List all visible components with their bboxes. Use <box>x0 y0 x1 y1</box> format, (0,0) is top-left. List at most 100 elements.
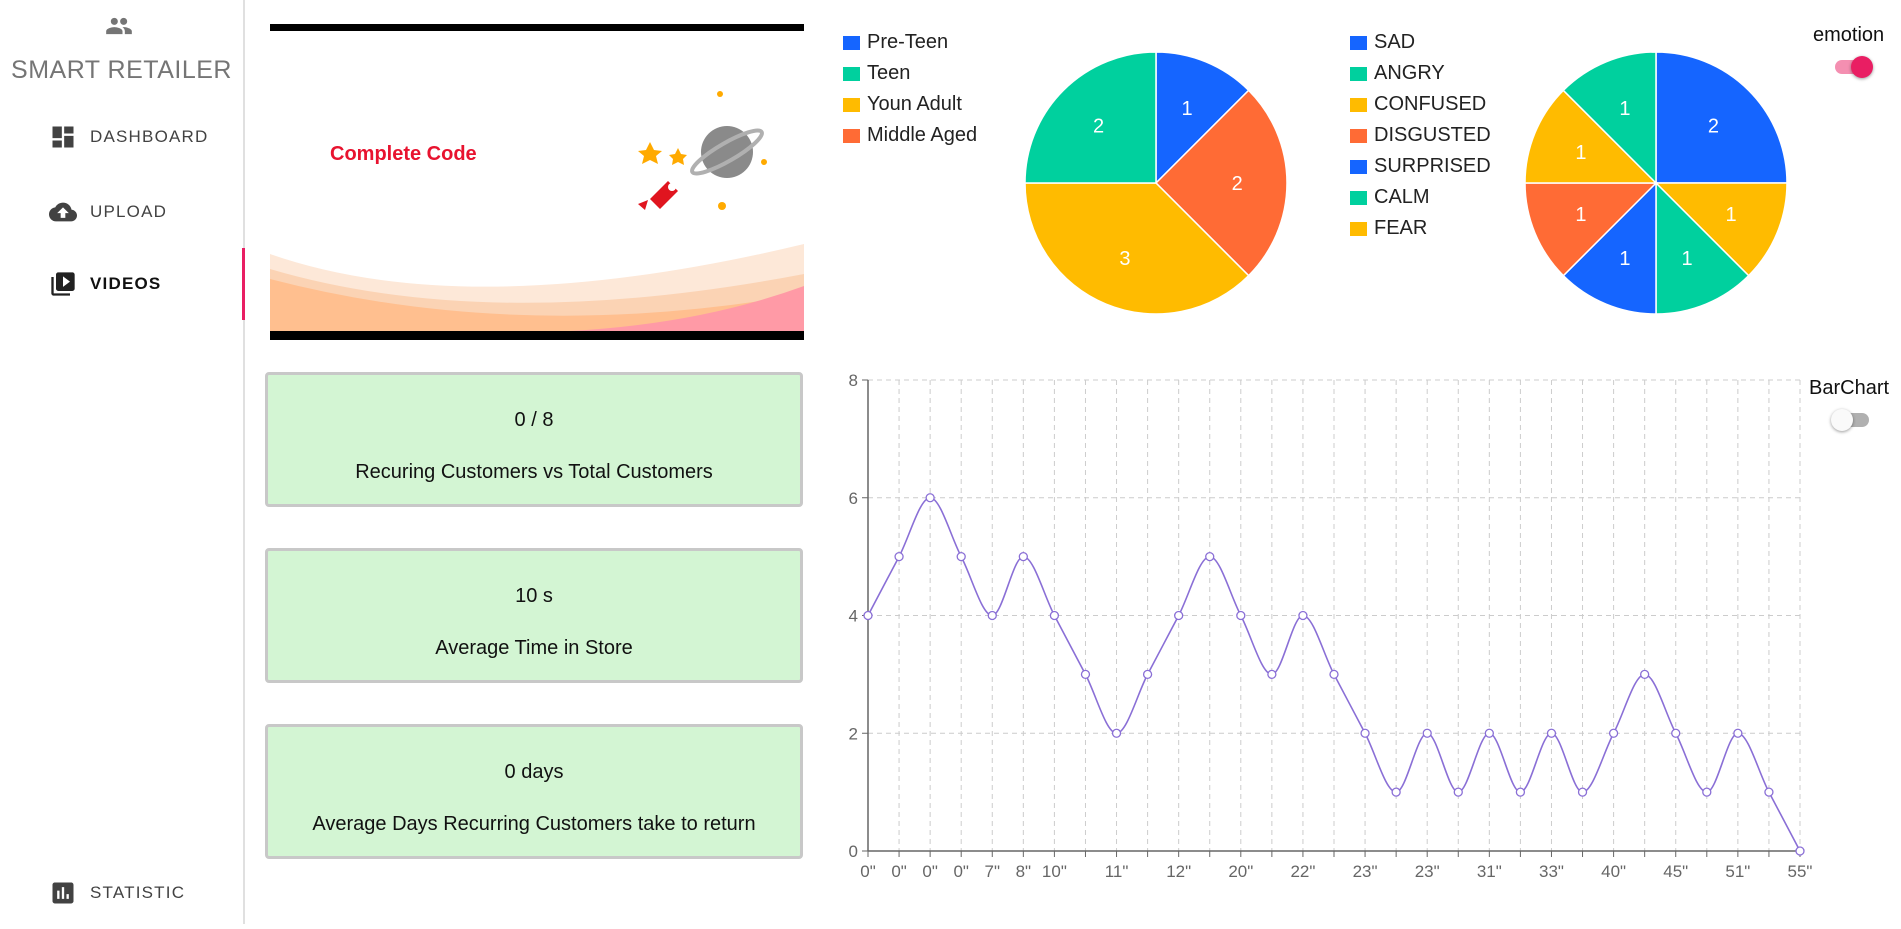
legend-item[interactable]: Youn Adult <box>843 89 977 120</box>
cloud-upload-icon <box>49 202 77 222</box>
data-point[interactable] <box>894 551 904 562</box>
pie-slice-label: 1 <box>1619 248 1630 270</box>
pie-slice-label: 1 <box>1682 248 1693 270</box>
data-point[interactable] <box>956 551 966 562</box>
barchart-toggle-switch[interactable] <box>1831 409 1869 431</box>
x-tick-label: 20" <box>1228 862 1253 881</box>
data-point[interactable] <box>1391 787 1401 797</box>
legend-item[interactable]: CALM <box>1350 182 1491 213</box>
data-point[interactable] <box>987 610 997 621</box>
x-tick-label: 51" <box>1725 862 1750 881</box>
sidebar-item-videos[interactable]: VIDEOS <box>0 248 245 320</box>
data-point[interactable] <box>1453 787 1463 797</box>
data-point[interactable] <box>1484 728 1494 738</box>
legend-label: SURPRISED <box>1374 155 1491 177</box>
legend-swatch <box>1350 66 1367 81</box>
stat-card-avg-time: 10 s Average Time in Store <box>265 548 803 683</box>
data-point[interactable] <box>1049 610 1060 621</box>
stat-value: 0 days <box>504 761 564 783</box>
y-tick-label: 8 <box>849 371 858 390</box>
x-tick-label: 23" <box>1415 862 1440 881</box>
data-point[interactable] <box>1608 728 1619 738</box>
sidebar-item-dashboard[interactable]: DASHBOARD <box>0 101 245 173</box>
stat-label: Recuring Customers vs Total Customers <box>355 461 713 483</box>
barchart-toggle-label: BarChart <box>1809 377 1890 399</box>
data-point[interactable] <box>925 493 935 503</box>
data-point[interactable] <box>1174 610 1184 621</box>
stat-value: 10 s <box>515 585 553 607</box>
legend-item[interactable]: DISGUSTED <box>1350 120 1491 151</box>
data-point[interactable] <box>1733 728 1743 738</box>
pie-slice-label: 1 <box>1619 98 1630 120</box>
data-point[interactable] <box>1795 846 1805 856</box>
data-point[interactable] <box>1640 669 1650 680</box>
legend-item[interactable]: SAD <box>1350 27 1491 58</box>
data-point[interactable] <box>1142 669 1153 680</box>
video-library-icon <box>51 272 75 296</box>
data-point[interactable] <box>1080 669 1091 680</box>
x-tick-label: 10" <box>1042 862 1067 881</box>
data-point[interactable] <box>1422 728 1432 738</box>
data-point[interactable] <box>1236 610 1246 621</box>
pie-slice-label: 1 <box>1575 204 1586 226</box>
sidebar: SMART RETAILER DASHBOARD UPLOAD VIDEOS S… <box>0 0 245 924</box>
x-tick-label: 31" <box>1477 862 1502 881</box>
data-point[interactable] <box>1298 610 1308 621</box>
emotion-toggle-label: emotion <box>1813 24 1885 46</box>
brand-title: SMART RETAILER <box>11 56 232 84</box>
pie-slice-label: 1 <box>1182 98 1193 120</box>
legend-item[interactable]: CONFUSED <box>1350 89 1491 120</box>
emotion-pie-chart: 2 1 1 1 1 1 1 <box>1524 51 1788 315</box>
people-icon <box>106 17 132 35</box>
legend-swatch <box>843 66 860 81</box>
data-point[interactable] <box>1360 728 1370 738</box>
pie-slice-label: 1 <box>1575 142 1586 164</box>
stat-card-return-days: 0 days Average Days Recurring Customers … <box>265 724 803 859</box>
age-pie-chart: 1 2 3 2 <box>1024 51 1288 315</box>
legend-label: Youn Adult <box>867 93 962 115</box>
legend-item[interactable]: Teen <box>843 58 977 89</box>
legend-item[interactable]: ANGRY <box>1350 58 1491 89</box>
legend-label: CALM <box>1374 186 1430 208</box>
x-tick-label: 55" <box>1788 862 1813 881</box>
data-point[interactable] <box>1671 728 1681 738</box>
legend-item[interactable]: Pre-Teen <box>843 27 977 58</box>
emotion-toggle-switch[interactable] <box>1835 56 1873 78</box>
pie-slice-label: 2 <box>1232 173 1243 195</box>
pie-slice[interactable] <box>1024 51 1157 184</box>
sidebar-item-statistic[interactable]: STATISTIC <box>0 857 245 929</box>
legend-swatch <box>843 97 860 112</box>
data-point[interactable] <box>1267 669 1277 680</box>
pie-slice-label: 1 <box>1725 204 1736 226</box>
sidebar-item-label: VIDEOS <box>90 274 162 293</box>
data-point[interactable] <box>1111 728 1122 738</box>
legend-label: ANGRY <box>1374 62 1445 84</box>
data-point[interactable] <box>1329 669 1339 680</box>
x-tick-label: 23" <box>1353 862 1378 881</box>
sidebar-item-upload[interactable]: UPLOAD <box>0 176 245 248</box>
legend-swatch <box>1350 190 1367 205</box>
legend-item[interactable]: SURPRISED <box>1350 151 1491 182</box>
data-point[interactable] <box>1577 787 1588 797</box>
sidebar-item-label: UPLOAD <box>90 202 168 221</box>
video-player[interactable]: Complete Code <box>270 24 804 340</box>
age-legend: Pre-Teen Teen Youn Adult Middle Aged <box>843 27 977 151</box>
data-point[interactable] <box>1018 551 1028 562</box>
legend-item[interactable]: FEAR <box>1350 213 1491 244</box>
switch-knob <box>1831 409 1853 431</box>
data-point[interactable] <box>1702 787 1712 797</box>
data-point[interactable] <box>1764 787 1774 797</box>
sidebar-item-label: STATISTIC <box>90 883 186 902</box>
line-chart: 0 2 4 6 8 0" 0" 0" 0" 7" 8" 10" 11" 12" 20" 22" 23" 23" 31… <box>849 371 1813 881</box>
data-point[interactable] <box>1205 551 1215 562</box>
x-tick-label: 8" <box>1016 862 1032 881</box>
legend-label: DISGUSTED <box>1374 124 1491 146</box>
data-point[interactable] <box>1546 728 1557 738</box>
legend-swatch <box>1350 128 1367 143</box>
data-point[interactable] <box>863 610 873 621</box>
x-tick-label: 22" <box>1290 862 1315 881</box>
legend-item[interactable]: Middle Aged <box>843 120 977 151</box>
pie-slice[interactable] <box>1655 51 1788 184</box>
stat-value: 0 / 8 <box>514 409 554 431</box>
data-point[interactable] <box>1515 787 1526 797</box>
